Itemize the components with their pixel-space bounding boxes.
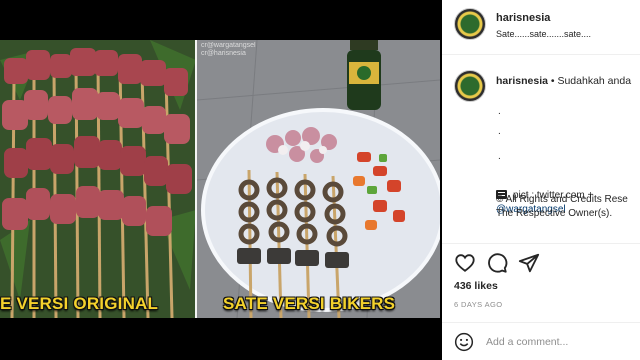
- comment-rights: © All Rights and Credits Rese The Respec…: [496, 193, 640, 221]
- post-sidebar: harisnesia Sate......sate.......sate....…: [442, 0, 640, 360]
- post-image[interactable]: E VERSI ORIGINAL cr@wargatangsel cr@hari…: [0, 40, 440, 318]
- comment-text: • Sudahkah anda: [547, 75, 632, 87]
- avatar[interactable]: [454, 8, 486, 40]
- heart-icon[interactable]: [454, 252, 476, 274]
- comment-dot: .: [498, 126, 501, 137]
- post-date[interactable]: 6 DAYS AGO: [454, 300, 502, 309]
- watermark: cr@wargatangsel cr@harisnesia: [201, 42, 256, 58]
- meat-skewers-illustration: [0, 40, 196, 318]
- caption-left: E VERSI ORIGINAL: [0, 294, 159, 313]
- photo-sate-original: E VERSI ORIGINAL: [0, 40, 196, 318]
- add-comment-bar: Add a comment...: [442, 322, 640, 360]
- comment-avatar[interactable]: [454, 70, 486, 102]
- post-actions: 436 likes 6 DAYS AGO: [442, 243, 640, 313]
- header-username[interactable]: harisnesia: [496, 12, 550, 24]
- watermark-line-1: cr@wargatangsel: [201, 42, 256, 49]
- header-subline: Sate......sate.......sate....: [496, 29, 592, 39]
- comment-first-line: harisnesia • Sudahkah anda: [496, 75, 631, 87]
- photo-sate-bikers: cr@wargatangsel cr@harisnesia SATE VERSI…: [197, 40, 440, 318]
- watermark-line-2: cr@harisnesia: [201, 50, 246, 57]
- bolt-skewers-illustration: [197, 40, 440, 318]
- comment-icon[interactable]: [486, 252, 508, 274]
- comment-dot: .: [498, 106, 501, 117]
- caption-right: SATE VERSI BIKERS: [223, 294, 396, 313]
- rights-line-1: © All Rights and Credits Rese: [496, 194, 628, 205]
- comment-username[interactable]: harisnesia: [496, 75, 548, 87]
- likes-count[interactable]: 436 likes: [454, 280, 498, 292]
- rights-line-2: The Respective Owner(s).: [496, 208, 613, 219]
- smile-icon[interactable]: [454, 332, 474, 352]
- add-comment-input[interactable]: Add a comment...: [486, 336, 568, 348]
- comment-dot: .: [498, 151, 501, 162]
- share-icon[interactable]: [518, 252, 540, 274]
- post-header: harisnesia Sate......sate.......sate....: [442, 0, 640, 55]
